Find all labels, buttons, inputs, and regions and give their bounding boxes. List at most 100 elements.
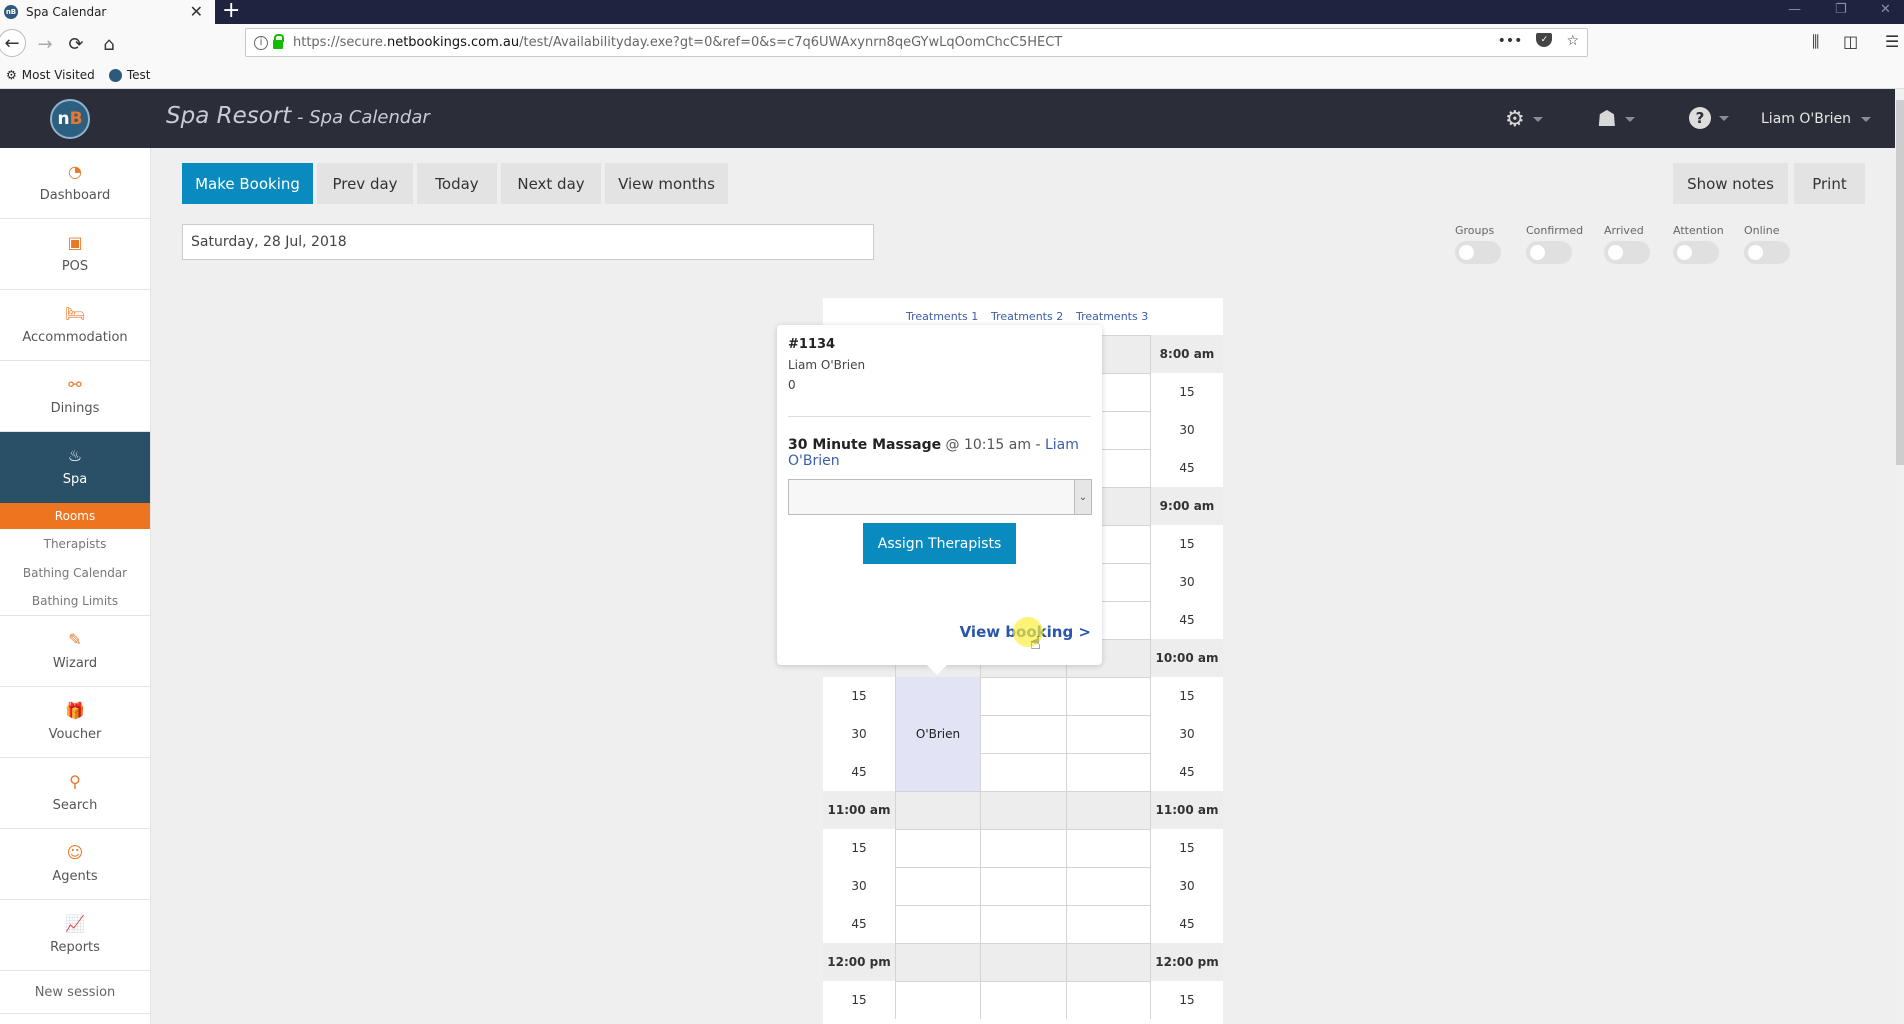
calendar-slot-cell[interactable] xyxy=(980,753,1066,791)
column-header-treatments-1[interactable]: Treatments 1 xyxy=(906,310,978,323)
restore-window-icon[interactable]: ❐ xyxy=(1835,2,1847,17)
sidebar-subitem-therapists[interactable]: Therapists xyxy=(0,529,150,558)
calendar-slot-cell[interactable] xyxy=(1066,677,1151,715)
new-tab-button[interactable]: + xyxy=(222,0,240,23)
calendar-slot-cell[interactable] xyxy=(1066,905,1151,943)
netbookings-logo[interactable]: nB xyxy=(50,99,90,139)
back-button[interactable]: ← xyxy=(0,29,26,57)
calendar-slot-cell[interactable] xyxy=(895,943,980,981)
title-separator: - xyxy=(291,107,310,128)
browser-tab-active[interactable]: nB Spa Calendar ✕ xyxy=(0,0,215,24)
column-header-treatments-3[interactable]: Treatments 3 xyxy=(1076,310,1148,323)
time-label-right: 30 xyxy=(1179,879,1195,893)
sidebar-item-search[interactable]: ⚲ Search xyxy=(0,758,150,829)
home-button[interactable]: ⌂ xyxy=(96,31,122,57)
user-role-menu[interactable]: ☗ xyxy=(1597,107,1635,132)
calendar-slot-cell[interactable] xyxy=(1066,715,1151,753)
time-label-right: 8:00 am xyxy=(1151,335,1223,373)
calendar-slot-cell[interactable] xyxy=(1066,981,1151,1019)
calendar-slot-cell[interactable] xyxy=(1066,791,1151,829)
chevron-down-icon[interactable]: ⌄ xyxy=(1074,480,1091,514)
site-favicon-icon xyxy=(108,68,122,82)
show-notes-button[interactable]: Show notes xyxy=(1673,163,1788,204)
sidebar-item-agents[interactable]: ☺ Agents xyxy=(0,829,150,900)
calendar-slot-cell[interactable] xyxy=(980,829,1066,867)
calendar-slot-cell[interactable] xyxy=(895,867,980,905)
user-menu[interactable]: Liam O'Brien xyxy=(1761,111,1871,127)
make-booking-button[interactable]: Make Booking xyxy=(182,163,313,204)
calendar-slot-cell[interactable] xyxy=(980,867,1066,905)
guest-name: Liam O'Brien xyxy=(788,358,866,372)
calendar-slot-cell[interactable] xyxy=(980,791,1066,829)
today-button[interactable]: Today xyxy=(417,163,497,204)
bookmarks-bar: ⚙ Most Visited Test xyxy=(0,62,1904,89)
calendar-slot-cell[interactable] xyxy=(895,905,980,943)
app-header: nB Spa Resort - Spa Calendar ⚙ ☗ ? Liam … xyxy=(0,89,1895,148)
calendar-slot-cell[interactable] xyxy=(1066,867,1151,905)
time-label-left: 12:00 pm xyxy=(823,943,895,981)
site-info-icon[interactable]: i xyxy=(254,35,268,50)
library-icon[interactable]: ⫼ xyxy=(1812,32,1819,52)
calendar-slot-cell[interactable] xyxy=(980,981,1066,1019)
booking-block[interactable]: O'Brien xyxy=(895,677,980,791)
sidebar-item-dinings[interactable]: ⚯ Dinings xyxy=(0,361,150,432)
calendar-slot-cell[interactable] xyxy=(1066,829,1151,867)
sidebar-subitem-bathing-limits[interactable]: Bathing Limits xyxy=(0,587,150,616)
sidebar-item-spa[interactable]: ♨ Spa xyxy=(0,432,150,503)
sidebar-toggle-icon[interactable]: ◫ xyxy=(1843,32,1858,51)
page-scrollbar-thumb[interactable] xyxy=(1896,100,1904,465)
calendar-slot-cell[interactable] xyxy=(980,905,1066,943)
column-header-treatments-2[interactable]: Treatments 2 xyxy=(991,310,1063,323)
settings-menu[interactable]: ⚙ xyxy=(1505,107,1543,132)
sidebar-subitem-rooms[interactable]: Rooms xyxy=(0,503,150,529)
bookmark-test[interactable]: Test xyxy=(108,68,150,82)
calendar-slot-cell[interactable] xyxy=(895,791,980,829)
minimize-window-icon[interactable]: — xyxy=(1788,2,1801,17)
prev-day-button[interactable]: Prev day xyxy=(317,163,413,204)
pocket-icon[interactable]: ✓ xyxy=(1536,33,1553,47)
sidebar-item-wizard[interactable]: ✎ Wizard xyxy=(0,616,150,687)
filter-toggle-switch[interactable] xyxy=(1526,241,1572,264)
time-label-left: 15 xyxy=(851,993,867,1007)
next-day-button[interactable]: Next day xyxy=(501,163,601,204)
sidebar-item-accommodation[interactable]: 🛏 Accommodation xyxy=(0,290,150,361)
calendar-slot-cell[interactable] xyxy=(895,829,980,867)
sidebar-subitem-bathing-calendar[interactable]: Bathing Calendar xyxy=(0,558,150,587)
therapist-select[interactable]: ⌄ xyxy=(788,479,1092,515)
address-bar[interactable]: i https://secure. netbookings.com.au/test… xyxy=(245,28,1588,57)
chevron-down-icon xyxy=(1624,117,1635,122)
sidebar-item-new-session[interactable]: New session xyxy=(0,971,150,1014)
view-months-button[interactable]: View months xyxy=(605,163,728,204)
sidebar-item-reports[interactable]: 📈 Reports xyxy=(0,900,150,971)
sidebar-item-dashboard[interactable]: ◔ Dashboard xyxy=(0,148,150,219)
calendar-slot-cell[interactable] xyxy=(1066,753,1151,791)
sidebar-item-label: Search xyxy=(52,797,98,813)
calendar-slot-cell[interactable] xyxy=(895,981,980,1019)
filter-toggle-switch[interactable] xyxy=(1673,241,1719,264)
calendar-slot-cell[interactable] xyxy=(980,943,1066,981)
close-tab-icon[interactable]: ✕ xyxy=(190,2,203,21)
forward-button[interactable]: → xyxy=(32,31,58,57)
filter-toggle-switch[interactable] xyxy=(1455,241,1501,264)
calendar-slot-cell[interactable] xyxy=(980,677,1066,715)
close-window-icon[interactable]: ✕ xyxy=(1880,2,1891,17)
date-picker-input[interactable]: Saturday, 28 Jul, 2018 xyxy=(182,224,874,260)
reload-button[interactable]: ⟳ xyxy=(63,31,89,57)
filter-toggle-switch[interactable] xyxy=(1744,241,1790,264)
page-actions-icon[interactable]: ••• xyxy=(1498,33,1523,49)
gears-icon: ⚙ xyxy=(1505,107,1525,132)
browser-menu-icon[interactable]: ☰ xyxy=(1885,32,1899,51)
filter-toggle-switch[interactable] xyxy=(1604,241,1650,264)
bookmark-most-visited[interactable]: ⚙ Most Visited xyxy=(6,68,95,82)
calendar-slot-cell[interactable] xyxy=(1066,943,1151,981)
url-path: /test/Availabilityday.exe?gt=0&ref=0&s=c… xyxy=(519,35,1063,50)
popup-divider xyxy=(788,416,1091,417)
sidebar-item-pos[interactable]: ▣ POS xyxy=(0,219,150,290)
assign-therapists-button[interactable]: Assign Therapists xyxy=(863,523,1016,564)
help-menu[interactable]: ? xyxy=(1689,107,1729,129)
time-label-right: 11:00 am xyxy=(1151,791,1223,829)
print-button[interactable]: Print xyxy=(1794,163,1865,204)
calendar-slot-cell[interactable] xyxy=(980,715,1066,753)
bookmark-star-icon[interactable]: ☆ xyxy=(1566,33,1579,49)
sidebar-item-voucher[interactable]: 🎁 Voucher xyxy=(0,687,150,758)
